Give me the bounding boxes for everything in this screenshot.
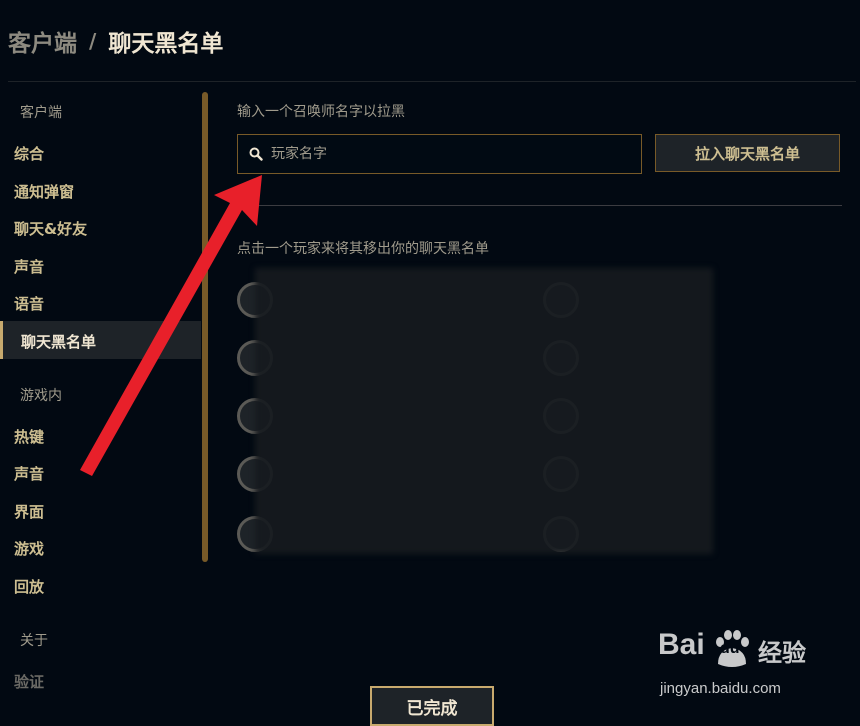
sidebar-section-client: 客户端 [20,105,62,121]
privacy-blur-overlay [255,268,713,554]
sidebar-item-ingame-sound[interactable]: 声音 [14,463,44,484]
sidebar-item-hotkeys[interactable]: 热键 [14,426,44,447]
sidebar-item-replays[interactable]: 回放 [14,576,44,597]
sidebar-item-label: 聊天黑名单 [21,333,97,351]
watermark-cn-text: 经验 [758,639,806,667]
sidebar-item-game[interactable]: 游戏 [14,538,44,559]
breadcrumb-client[interactable]: 客户端 [8,24,77,58]
watermark-du-text: du [720,640,740,657]
watermark-url: jingyan.baidu.com [660,680,781,697]
sidebar-item-notifications[interactable]: 通知弹窗 [14,181,74,202]
sidebar-item-verification[interactable]: 验证 [14,671,44,692]
sidebar-section-about: 关于 [20,633,48,649]
header-divider [8,81,856,82]
breadcrumb-separator: / [89,29,97,53]
sidebar-item-interface[interactable]: 界面 [14,501,44,522]
content-divider [237,205,842,206]
player-name-input[interactable] [269,145,633,163]
search-icon [249,147,263,161]
sidebar-item-sound[interactable]: 声音 [14,256,44,277]
remove-player-label: 点击一个玩家来将其移出你的聊天黑名单 [237,241,489,257]
breadcrumb: 客户端 / 聊天黑名单 [8,24,223,58]
sidebar-scrollbar[interactable] [202,92,208,562]
baidu-watermark: Bai du 经验 jingyan.baidu.com [658,628,818,700]
watermark-logo-text: Bai [658,628,705,661]
sidebar-item-chat-blacklist[interactable]: 聊天黑名单 [0,321,201,359]
player-search-field[interactable] [237,134,642,174]
sidebar-section-ingame: 游戏内 [20,388,62,404]
page-title: 聊天黑名单 [108,31,224,57]
sidebar-item-chat-friends[interactable]: 聊天&好友 [14,218,87,239]
sidebar-item-voice[interactable]: 语音 [14,293,44,314]
add-to-blacklist-button[interactable]: 拉入聊天黑名单 [655,134,840,172]
done-button[interactable]: 已完成 [370,686,494,726]
sidebar-item-general[interactable]: 综合 [14,143,44,164]
add-player-label: 输入一个召唤师名字以拉黑 [237,104,405,120]
